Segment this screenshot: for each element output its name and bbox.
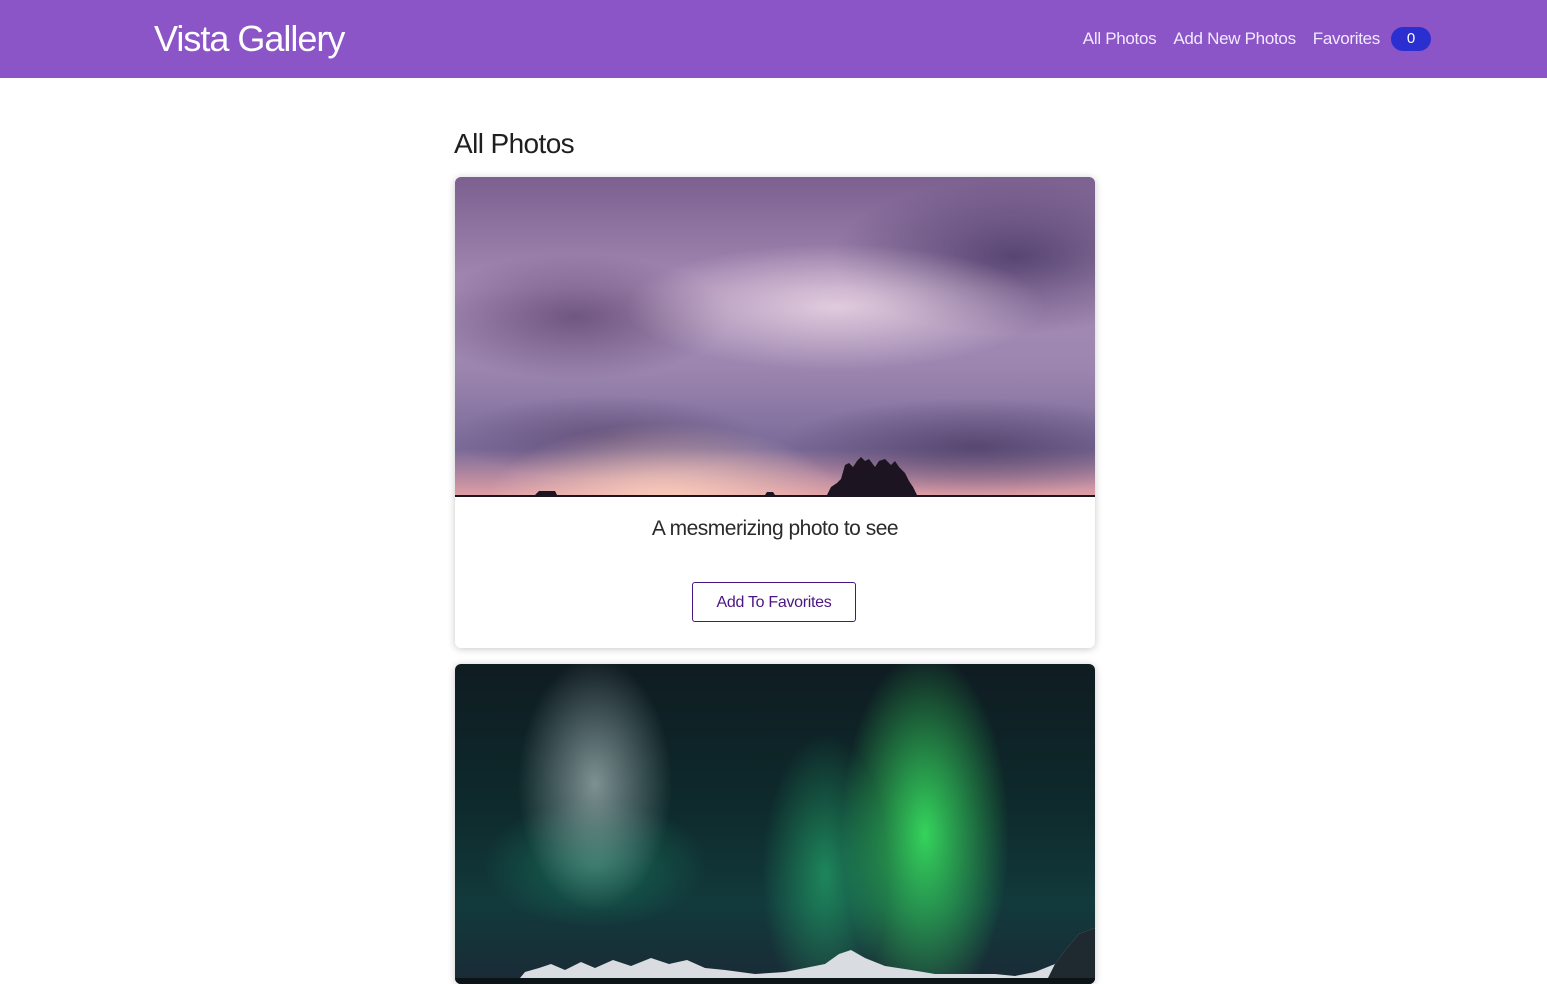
navbar: Vista Gallery All Photos Add New Photos … — [0, 0, 1547, 78]
photo-card — [455, 664, 1095, 984]
page-title: All Photos — [454, 128, 575, 159]
nav-links: All Photos Add New Photos Favorites 0 — [1066, 26, 1431, 52]
photo-image — [455, 177, 1095, 497]
mountains-silhouette-icon — [455, 928, 1095, 984]
photo-image — [455, 664, 1095, 984]
nav-link-all-photos[interactable]: All Photos — [1083, 29, 1157, 49]
photo-card: A mesmerizing photo to see Add To Favori… — [455, 177, 1095, 648]
favorites-count-badge: 0 — [1391, 27, 1431, 51]
brand-logo[interactable]: Vista Gallery — [154, 18, 345, 60]
nav-link-add-new-photos[interactable]: Add New Photos — [1173, 29, 1296, 49]
add-to-favorites-button[interactable]: Add To Favorites — [692, 582, 856, 622]
castle-silhouette-icon — [455, 457, 1095, 497]
photo-caption: A mesmerizing photo to see — [651, 517, 899, 540]
nav-link-favorites[interactable]: Favorites — [1313, 29, 1381, 49]
